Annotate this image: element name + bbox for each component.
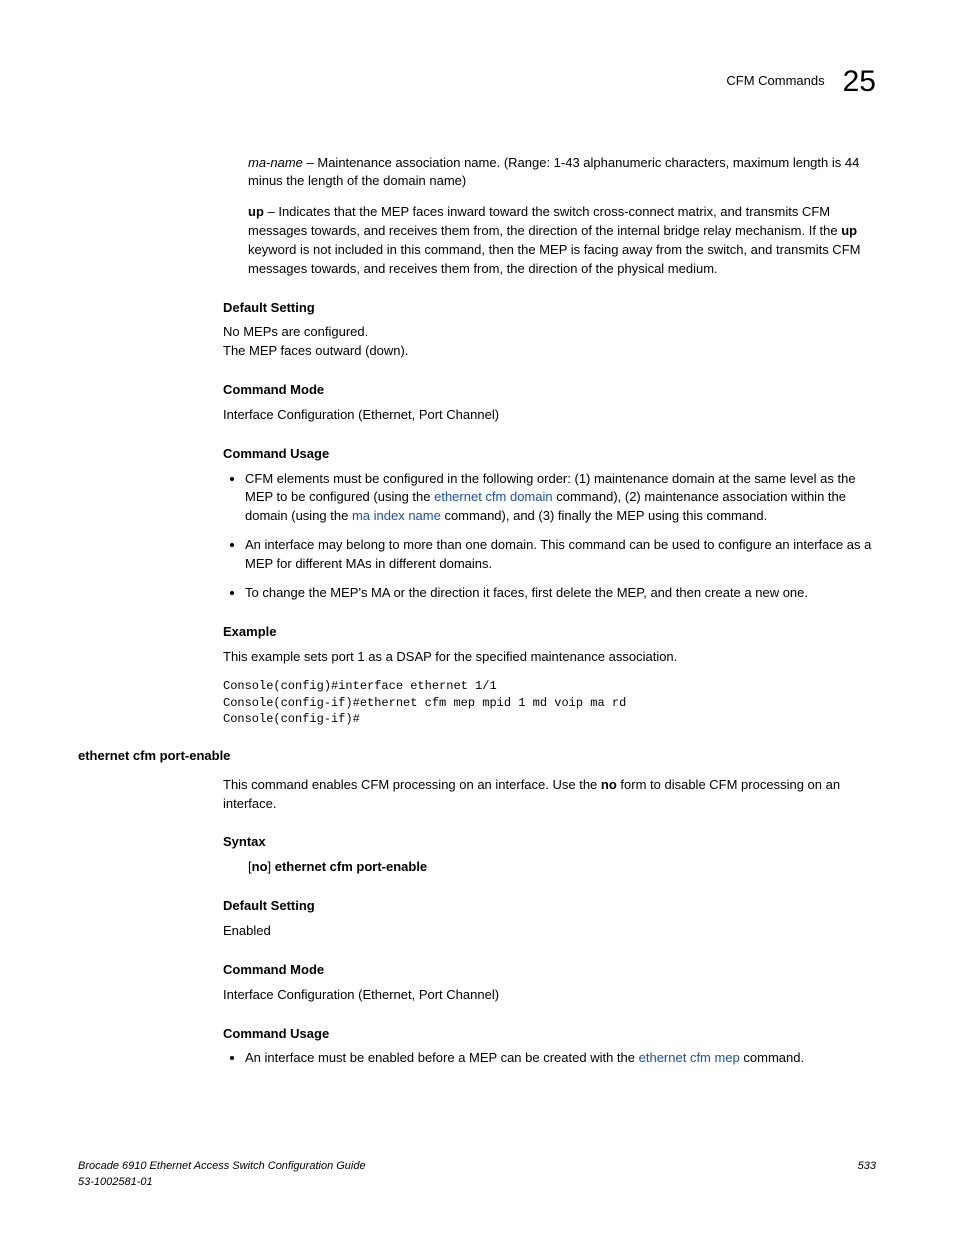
example-head: Example xyxy=(223,623,876,642)
cmd-description: This command enables CFM processing on a… xyxy=(223,776,876,814)
default-line1: No MEPs are configured. xyxy=(223,323,876,342)
default-setting-head-2: Default Setting xyxy=(223,897,876,916)
list-item: An interface must be enabled before a ME… xyxy=(245,1049,876,1068)
footer-docnum: 53-1002581-01 xyxy=(78,1175,366,1191)
command-mode-head-2: Command Mode xyxy=(223,961,876,980)
list-item: CFM elements must be configured in the f… xyxy=(245,470,876,527)
command-mode-head-1: Command Mode xyxy=(223,381,876,400)
header-title: CFM Commands xyxy=(726,72,824,91)
command-name-heading: ethernet cfm port-enable xyxy=(78,747,876,766)
link-ethernet-cfm-domain[interactable]: ethernet cfm domain xyxy=(434,489,553,504)
example-code: Console(config)#interface ethernet 1/1 C… xyxy=(223,678,876,727)
footer-guide-title: Brocade 6910 Ethernet Access Switch Conf… xyxy=(78,1159,366,1175)
desc-1: This command enables CFM processing on a… xyxy=(223,777,601,792)
usage1-c: command), and (3) finally the MEP using … xyxy=(441,508,767,523)
page-header: CFM Commands 25 xyxy=(78,60,876,104)
usage2-b: command. xyxy=(740,1050,804,1065)
param-up: up – Indicates that the MEP faces inward… xyxy=(248,203,876,278)
chapter-number: 25 xyxy=(843,60,876,104)
up-text-2: keyword is not included in this command,… xyxy=(248,242,860,276)
command-mode-text-1: Interface Configuration (Ethernet, Port … xyxy=(223,406,876,425)
up-bold-1: up xyxy=(248,204,264,219)
up-bold-2: up xyxy=(841,223,857,238)
usage-list-1: CFM elements must be configured in the f… xyxy=(223,470,876,603)
syntax-head: Syntax xyxy=(223,833,876,852)
link-ethernet-cfm-mep[interactable]: ethernet cfm mep xyxy=(639,1050,740,1065)
usage-list-2: An interface must be enabled before a ME… xyxy=(223,1049,876,1068)
param-ma-name: ma-name – Maintenance association name. … xyxy=(248,154,876,192)
syntax-cmd: ethernet cfm port-enable xyxy=(275,859,427,874)
list-item: To change the MEP's MA or the direction … xyxy=(245,584,876,603)
syntax-line: [no] ethernet cfm port-enable xyxy=(248,858,876,877)
footer-pagenum: 533 xyxy=(858,1159,876,1191)
list-item: An interface may belong to more than one… xyxy=(245,536,876,574)
default-setting-head-1: Default Setting xyxy=(223,299,876,318)
param-ma-name-text: – Maintenance association name. (Range: … xyxy=(248,155,859,189)
example-text: This example sets port 1 as a DSAP for t… xyxy=(223,648,876,667)
default-text-2: Enabled xyxy=(223,922,876,941)
command-usage-head-2: Command Usage xyxy=(223,1025,876,1044)
param-name-italic: ma-name xyxy=(248,155,303,170)
up-text-1: – Indicates that the MEP faces inward to… xyxy=(248,204,841,238)
link-ma-index-name[interactable]: ma index name xyxy=(352,508,441,523)
command-usage-head-1: Command Usage xyxy=(223,445,876,464)
command-mode-text-2: Interface Configuration (Ethernet, Port … xyxy=(223,986,876,1005)
syntax-no: no xyxy=(252,859,268,874)
default-line2: The MEP faces outward (down). xyxy=(223,342,876,361)
usage2-a: An interface must be enabled before a ME… xyxy=(245,1050,639,1065)
desc-no-bold: no xyxy=(601,777,617,792)
syntax-bracket-close: ] xyxy=(268,859,275,874)
page-footer: Brocade 6910 Ethernet Access Switch Conf… xyxy=(78,1159,876,1191)
